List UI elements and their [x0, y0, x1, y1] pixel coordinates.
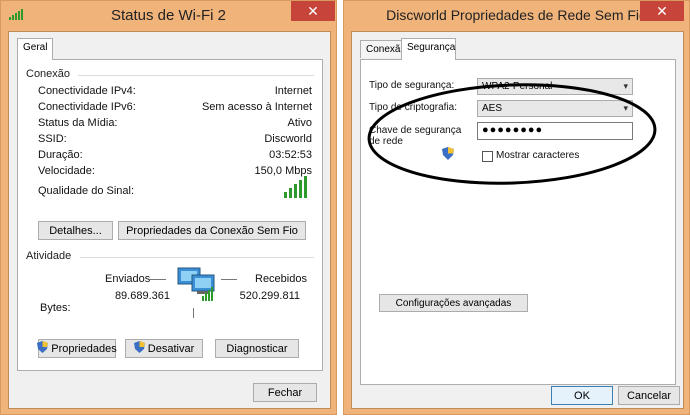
- uac-shield-icon: [37, 341, 49, 356]
- ipv6-value: Sem acesso à Internet: [201, 101, 312, 113]
- disable-button[interactable]: Desativar: [125, 339, 203, 358]
- tab-panel-geral: Conexão Conectividade IPv4: Internet Con…: [17, 59, 323, 371]
- ipv6-label: Conectividade IPv6:: [38, 101, 136, 113]
- tab-geral[interactable]: Geral: [17, 38, 53, 60]
- wireless-properties-window: Discworld Propriedades de Rede Sem Fio ✕…: [343, 0, 690, 415]
- wireless-properties-button[interactable]: Propriedades da Conexão Sem Fio: [118, 221, 306, 240]
- duration-label: Duração:: [38, 149, 83, 161]
- wifi-status-window: Status de Wi-Fi 2 ✕ Geral Conexão Conect…: [0, 0, 337, 415]
- uac-shield-icon: [133, 341, 145, 356]
- tab-seguranca[interactable]: Segurança: [401, 38, 456, 60]
- activity-center-line: [193, 308, 194, 318]
- received-label: Recebidos: [255, 273, 307, 285]
- received-line: [221, 279, 237, 280]
- ssid-label: SSID:: [38, 133, 67, 145]
- close-window-button[interactable]: ✕: [291, 1, 335, 21]
- disable-button-label: Desativar: [147, 342, 195, 355]
- ipv4-value: Internet: [274, 85, 312, 97]
- ipv4-label: Conectividade IPv4:: [38, 85, 136, 97]
- signal-bars-icon: [284, 176, 310, 201]
- sent-bytes-value: 89.689.361: [114, 290, 170, 302]
- media-status-label: Status da Mídia:: [38, 117, 118, 129]
- annotation-ellipse: [367, 83, 657, 185]
- bytes-label: Bytes:: [40, 302, 71, 314]
- duration-value: 03:52:53: [269, 149, 312, 161]
- window-title: Status de Wi-Fi 2: [110, 7, 227, 24]
- ssid-value: Discworld: [264, 133, 312, 145]
- dialog-client: Geral Conexão Conectividade IPv4: Intern…: [8, 31, 331, 409]
- properties-button[interactable]: Propriedades: [37, 339, 117, 358]
- properties-button-label: Propriedades: [51, 342, 117, 355]
- media-status-value: Ativo: [287, 117, 312, 129]
- group-divider: [78, 75, 314, 76]
- signal-quality-label: Qualidade do Sinal:: [38, 185, 135, 197]
- title-bar[interactable]: Status de Wi-Fi 2 ✕: [1, 1, 336, 31]
- diagnose-button[interactable]: Diagnosticar: [215, 339, 299, 358]
- network-computers-icon: [176, 265, 220, 306]
- group-divider: [80, 257, 314, 258]
- sent-label: Enviados: [105, 273, 151, 285]
- close-button[interactable]: Fechar: [253, 383, 317, 402]
- group-conexao-label: Conexão: [26, 68, 71, 80]
- details-button[interactable]: Detalhes...: [38, 221, 113, 240]
- sent-line: [150, 279, 166, 280]
- group-atividade-label: Atividade: [26, 250, 72, 262]
- speed-label: Velocidade:: [38, 165, 95, 177]
- tab-strip: Geral: [17, 38, 317, 60]
- received-bytes-value: 520.299.811: [239, 290, 300, 302]
